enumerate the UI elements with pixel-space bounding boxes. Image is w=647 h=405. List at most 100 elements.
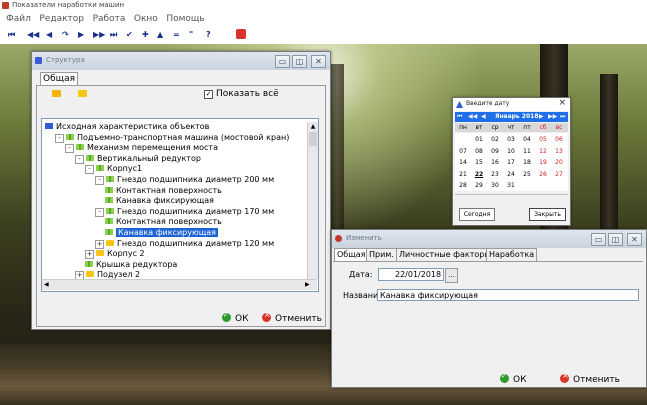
- close-button[interactable]: ✕: [627, 233, 642, 246]
- minimize-button[interactable]: ▭: [591, 233, 606, 246]
- last-record-icon[interactable]: ⏭: [110, 30, 117, 40]
- first-record-icon[interactable]: ⏮: [8, 30, 15, 40]
- tree-item[interactable]: + Гнездо подшипника диаметр 120 мм: [95, 239, 274, 249]
- calendar-titlebar[interactable]: Введите дату ×: [453, 98, 570, 111]
- collapse-toggle-icon[interactable]: -: [95, 176, 104, 185]
- refresh-icon[interactable]: ↷: [62, 30, 69, 40]
- calendar-day[interactable]: 16: [487, 158, 503, 167]
- open-folder-icon[interactable]: [52, 90, 61, 97]
- scroll-right-arrow-icon[interactable]: ▶: [305, 281, 313, 289]
- triangle-icon[interactable]: ▲: [157, 30, 163, 40]
- calendar-day[interactable]: 11: [519, 147, 535, 156]
- exit-icon[interactable]: [236, 29, 246, 39]
- collapse-toggle-icon[interactable]: -: [75, 154, 84, 164]
- tree-item[interactable]: Канавка фиксирующая: [105, 196, 214, 206]
- calendar-day[interactable]: 20: [551, 158, 567, 167]
- menu-file[interactable]: Файл: [6, 12, 31, 26]
- scroll-left-arrow-icon[interactable]: ◀: [44, 281, 52, 289]
- equals-icon[interactable]: =: [173, 30, 180, 40]
- calendar-day[interactable]: 23: [487, 170, 503, 179]
- show-all-checkbox[interactable]: ✓: [204, 90, 213, 99]
- calendar-day[interactable]: 30: [487, 181, 503, 190]
- tree-scroll-thumb[interactable]: [309, 132, 317, 146]
- tab-general[interactable]: Общая: [40, 72, 79, 85]
- tab-notes[interactable]: Прим.: [366, 248, 397, 261]
- calendar-close-icon[interactable]: ×: [558, 98, 566, 108]
- calendar-day[interactable]: 21: [455, 170, 471, 179]
- tree-horizontal-scrollbar[interactable]: ◀ ▶: [42, 279, 317, 290]
- edit-ok-button[interactable]: ОК: [500, 372, 526, 385]
- collapse-toggle-icon[interactable]: -: [65, 144, 74, 154]
- menu-help[interactable]: Помощь: [166, 12, 204, 26]
- calendar-day[interactable]: 12: [535, 147, 551, 156]
- calendar-day[interactable]: 29: [471, 181, 487, 190]
- tree-item[interactable]: Канавка фиксирующая: [105, 228, 218, 238]
- tree-vertical-scrollbar[interactable]: ▲: [307, 122, 318, 279]
- collapse-toggle-icon[interactable]: -: [55, 133, 64, 143]
- calendar-day[interactable]: 15: [471, 158, 487, 167]
- calendar-day[interactable]: 10: [503, 147, 519, 156]
- tab-personal-factors[interactable]: Личностные факторы: [396, 248, 494, 261]
- tree-item[interactable]: Крышка редуктора: [85, 260, 177, 270]
- calendar-day[interactable]: 22: [471, 170, 487, 179]
- menu-editor[interactable]: Редактор: [39, 12, 84, 26]
- next-year-icon[interactable]: ⏭: [560, 112, 565, 122]
- collapse-toggle-icon[interactable]: -: [95, 207, 104, 217]
- calendar-close-button[interactable]: Закрыть: [529, 208, 566, 221]
- scroll-up-arrow-icon[interactable]: ▲: [309, 123, 317, 131]
- prev-month-fast-icon[interactable]: ◀◀: [468, 112, 477, 122]
- prev-icon[interactable]: ◀: [46, 30, 52, 40]
- tree-item[interactable]: - Гнездо подшипника диаметр 170 мм: [95, 207, 274, 217]
- calendar-day[interactable]: 01: [471, 135, 487, 144]
- tree-item[interactable]: - Корпус1: [85, 164, 142, 175]
- next-month-icon[interactable]: ▶: [539, 112, 544, 122]
- fast-back-icon[interactable]: ◀◀: [27, 30, 39, 40]
- calendar-today-button[interactable]: Сегодня: [459, 208, 495, 221]
- structure-ok-button[interactable]: ОК: [222, 311, 248, 324]
- calendar-day[interactable]: 28: [455, 181, 471, 190]
- tree-item[interactable]: Контактная поверхность: [105, 217, 222, 227]
- name-field[interactable]: Канавка фиксирующая: [377, 289, 639, 301]
- calendar-day[interactable]: 19: [535, 158, 551, 167]
- new-folder-icon[interactable]: [78, 90, 87, 97]
- menu-work[interactable]: Работа: [93, 12, 126, 26]
- calendar-day[interactable]: 24: [503, 170, 519, 179]
- prev-year-icon[interactable]: ⏮: [457, 112, 462, 122]
- next-month-fast-icon[interactable]: ▶▶: [548, 112, 557, 122]
- menu-window[interactable]: Окно: [134, 12, 158, 26]
- edit-cancel-button[interactable]: Отменить: [560, 371, 620, 385]
- calendar-day[interactable]: 06: [551, 135, 567, 144]
- calendar-day[interactable]: 25: [519, 170, 535, 179]
- help-icon[interactable]: ?: [206, 30, 211, 40]
- tree-item[interactable]: + Корпус 2: [85, 249, 145, 260]
- tree-item[interactable]: - Подъемно-транспортная машина (мостовой …: [55, 133, 289, 143]
- collapse-toggle-icon[interactable]: -: [85, 165, 94, 175]
- calendar-day[interactable]: 17: [503, 158, 519, 167]
- tree-item[interactable]: - Механизм перемещения моста: [65, 143, 218, 154]
- tree-item[interactable]: Контактная поверхность: [105, 186, 222, 196]
- structure-cancel-button[interactable]: Отменить: [262, 310, 322, 324]
- calendar-day[interactable]: 26: [535, 170, 551, 179]
- edit-window-titlebar[interactable]: Изменить ▭ ◫ ✕: [332, 230, 646, 248]
- expand-toggle-icon[interactable]: +: [95, 239, 104, 249]
- fast-forward-icon[interactable]: ▶▶: [93, 30, 105, 40]
- calendar-day[interactable]: 04: [519, 135, 535, 144]
- calendar-day[interactable]: 07: [455, 147, 471, 156]
- calendar-day[interactable]: 02: [487, 135, 503, 144]
- calendar-day[interactable]: 27: [551, 170, 567, 179]
- tree-item[interactable]: - Гнездо подшипника диаметр 200 мм: [95, 175, 274, 185]
- calendar-day[interactable]: 18: [519, 158, 535, 167]
- date-field[interactable]: 22/01/2018: [378, 268, 444, 281]
- maximize-button[interactable]: ◫: [608, 233, 623, 246]
- close-button[interactable]: ✕: [311, 55, 326, 68]
- expand-toggle-icon[interactable]: +: [85, 250, 94, 260]
- calendar-day[interactable]: 14: [455, 158, 471, 167]
- calendar-day[interactable]: 08: [471, 147, 487, 156]
- structure-window-titlebar[interactable]: Структура ▭ ◫ ✕: [32, 52, 330, 70]
- calendar-day[interactable]: 05: [535, 135, 551, 144]
- calendar-day[interactable]: 13: [551, 147, 567, 156]
- tab-operating-time[interactable]: Наработка: [486, 248, 538, 261]
- calendar-day[interactable]: 31: [503, 181, 519, 190]
- next-icon[interactable]: ▶: [78, 30, 84, 40]
- calendar-day[interactable]: 03: [503, 135, 519, 144]
